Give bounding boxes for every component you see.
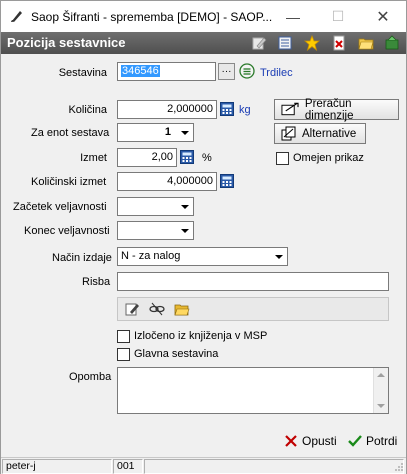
omejen-prikaz-checkbox[interactable] bbox=[276, 152, 289, 165]
kolicina-label: Količina bbox=[68, 104, 107, 116]
copy-icon bbox=[281, 126, 296, 141]
za-enot-label: Za enot sestava bbox=[31, 127, 110, 139]
close-button[interactable]: ✕ bbox=[360, 1, 406, 32]
izmet-label: Izmet bbox=[80, 152, 107, 164]
status-code: 001 bbox=[113, 459, 143, 474]
alternative-label: Alternative bbox=[302, 127, 357, 140]
preracun-dimenzije-button[interactable]: Preračun dimenzije bbox=[274, 97, 399, 122]
calculator-icon[interactable] bbox=[179, 149, 195, 165]
kolicina-input[interactable]: 2,000000 bbox=[117, 100, 217, 119]
nacin-izdaje-value: N - za nalog bbox=[121, 250, 181, 262]
chevron-down-icon[interactable] bbox=[177, 223, 192, 238]
opomba-scrollbar[interactable] bbox=[373, 368, 388, 413]
status-empty bbox=[144, 459, 404, 474]
details-icon[interactable] bbox=[239, 63, 255, 79]
potrdi-button[interactable]: Potrdi bbox=[348, 434, 397, 448]
title-bar: Saop Šifranti - sprememba [DEMO] - SAOP.… bbox=[1, 1, 406, 32]
maximize-button[interactable]: ☐ bbox=[315, 1, 361, 32]
izmet-input[interactable]: 2,00 bbox=[117, 148, 177, 167]
preracun-label: Preračun dimenzije bbox=[304, 97, 354, 122]
kolicinski-izmet-label: Količinski izmet bbox=[31, 176, 107, 188]
glavna-sestavina-label: Glavna sestavina bbox=[134, 348, 219, 360]
izloceno-label: Izločeno iz knjiženja v MSP bbox=[134, 330, 268, 342]
konec-label: Konec veljavnosti bbox=[24, 225, 110, 237]
sestavina-input[interactable]: 346546 bbox=[117, 62, 216, 81]
form-header: Pozicija sestavnice bbox=[1, 32, 406, 54]
sestavina-value: 346546 bbox=[121, 65, 160, 77]
link-icon[interactable] bbox=[149, 301, 165, 317]
omejen-prikaz-label: Omejen prikaz bbox=[293, 152, 364, 164]
checkmark-icon bbox=[348, 435, 362, 447]
cancel-x-icon bbox=[285, 435, 297, 447]
opusti-button[interactable]: Opusti bbox=[284, 434, 337, 448]
scroll-down-icon[interactable] bbox=[377, 404, 385, 408]
nacin-izdaje-combo[interactable]: N - za nalog bbox=[117, 247, 288, 266]
window-title: Saop Šifranti - sprememba [DEMO] - SAOP.… bbox=[31, 10, 273, 24]
resize-icon bbox=[281, 102, 299, 116]
opomba-label: Opomba bbox=[69, 371, 112, 383]
edit-icon[interactable] bbox=[124, 301, 140, 317]
app-pen-icon bbox=[11, 11, 22, 22]
risba-toolbar bbox=[117, 297, 389, 321]
zacetek-date-combo[interactable] bbox=[117, 197, 194, 216]
za-enot-combo[interactable]: 1 bbox=[117, 123, 194, 142]
chevron-down-icon[interactable] bbox=[177, 125, 192, 140]
list-icon[interactable] bbox=[277, 35, 293, 51]
potrdi-label: Potrdi bbox=[366, 434, 398, 448]
export-icon[interactable] bbox=[384, 35, 400, 51]
opusti-label: Opusti bbox=[302, 434, 337, 448]
zacetek-label: Začetek veljavnosti bbox=[13, 201, 107, 213]
kolicina-unit: kg bbox=[239, 104, 251, 116]
minimize-button[interactable]: — bbox=[270, 1, 316, 32]
calculator-icon[interactable] bbox=[219, 101, 235, 117]
delete-icon[interactable] bbox=[331, 35, 347, 51]
scroll-up-icon[interactable] bbox=[377, 373, 385, 377]
konec-date-combo[interactable] bbox=[117, 221, 194, 240]
opomba-textarea[interactable] bbox=[117, 367, 389, 414]
alternative-button[interactable]: Alternative bbox=[274, 123, 366, 144]
izloceno-checkbox[interactable] bbox=[117, 330, 130, 343]
star-icon[interactable] bbox=[304, 35, 320, 51]
window: Saop Šifranti - sprememba [DEMO] - SAOP.… bbox=[0, 0, 407, 474]
status-user: peter-j bbox=[2, 459, 112, 474]
calculator-icon[interactable] bbox=[219, 173, 235, 189]
form-title: Pozicija sestavnice bbox=[7, 35, 126, 50]
open-folder-icon[interactable] bbox=[174, 301, 190, 317]
nacin-izdaje-label: Način izdaje bbox=[52, 252, 112, 264]
chevron-down-icon[interactable] bbox=[177, 199, 192, 214]
risba-input[interactable] bbox=[117, 272, 389, 291]
za-enot-value: 1 bbox=[164, 126, 171, 138]
kolicinski-izmet-input[interactable]: 4,000000 bbox=[117, 172, 217, 191]
edit-icon[interactable] bbox=[251, 35, 267, 51]
chevron-down-icon[interactable] bbox=[271, 249, 286, 264]
sestavina-name: Trdilec bbox=[260, 67, 293, 79]
sestavina-browse-button[interactable]: ··· bbox=[218, 63, 235, 80]
sestavina-label: Sestavina bbox=[58, 67, 107, 79]
folder-icon[interactable] bbox=[358, 35, 374, 51]
resize-grip-icon[interactable] bbox=[394, 462, 404, 472]
status-bar: peter-j 001 bbox=[1, 457, 406, 474]
izmet-unit: % bbox=[202, 152, 212, 164]
glavna-sestavina-checkbox[interactable] bbox=[117, 348, 130, 361]
risba-label: Risba bbox=[82, 276, 111, 288]
